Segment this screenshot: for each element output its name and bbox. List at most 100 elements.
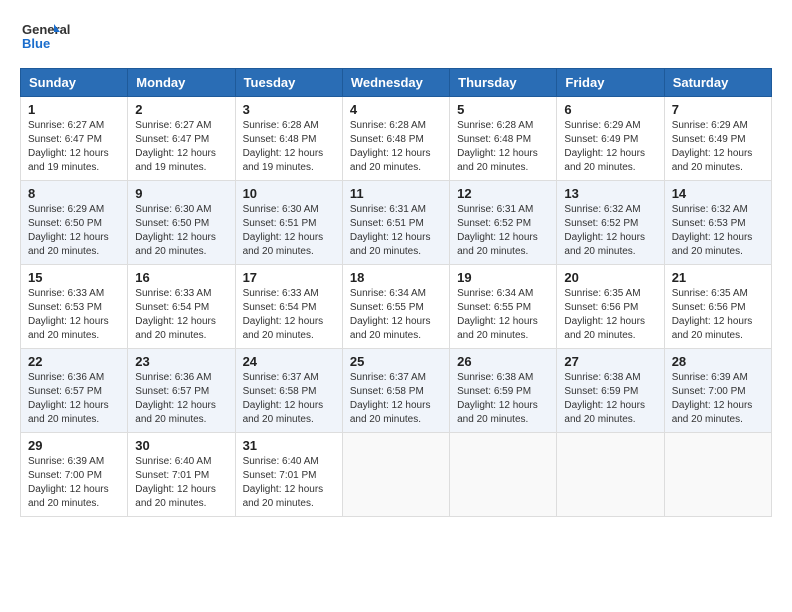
calendar-cell: 24 Sunrise: 6:37 AMSunset: 6:58 PMDayligh… <box>235 349 342 433</box>
day-number: 4 <box>350 102 442 117</box>
day-info: Sunrise: 6:37 AMSunset: 6:58 PMDaylight:… <box>350 371 442 427</box>
day-number: 17 <box>243 270 335 285</box>
day-number: 15 <box>28 270 120 285</box>
page-header: General Blue <box>20 16 772 56</box>
day-info: Sunrise: 6:33 AMSunset: 6:53 PMDaylight:… <box>28 287 120 343</box>
calendar-cell: 22 Sunrise: 6:36 AMSunset: 6:57 PMDayligh… <box>21 349 128 433</box>
day-info: Sunrise: 6:35 AMSunset: 6:56 PMDaylight:… <box>672 287 764 343</box>
calendar-cell: 15 Sunrise: 6:33 AMSunset: 6:53 PMDayligh… <box>21 265 128 349</box>
day-number: 10 <box>243 186 335 201</box>
day-number: 3 <box>243 102 335 117</box>
day-info: Sunrise: 6:31 AMSunset: 6:51 PMDaylight:… <box>350 203 442 259</box>
weekday-header-thursday: Thursday <box>450 69 557 97</box>
day-number: 22 <box>28 354 120 369</box>
day-info: Sunrise: 6:38 AMSunset: 6:59 PMDaylight:… <box>457 371 549 427</box>
calendar-cell: 2Sunrise: 6:27 AMSunset: 6:47 PMDaylight… <box>128 97 235 181</box>
week-row-2: 8 Sunrise: 6:29 AMSunset: 6:50 PMDaylight… <box>21 181 772 265</box>
day-number: 16 <box>135 270 227 285</box>
weekday-header-tuesday: Tuesday <box>235 69 342 97</box>
weekday-header-row: SundayMondayTuesdayWednesdayThursdayFrid… <box>21 69 772 97</box>
day-number: 31 <box>243 438 335 453</box>
day-info: Sunrise: 6:31 AMSunset: 6:52 PMDaylight:… <box>457 203 549 259</box>
weekday-header-wednesday: Wednesday <box>342 69 449 97</box>
calendar-cell: 17Sunrise: 6:33 AMSunset: 6:54 PMDayligh… <box>235 265 342 349</box>
calendar-cell: 4 Sunrise: 6:28 AMSunset: 6:48 PMDaylight… <box>342 97 449 181</box>
calendar-cell: 18Sunrise: 6:34 AMSunset: 6:55 PMDayligh… <box>342 265 449 349</box>
day-number: 2 <box>135 102 227 117</box>
calendar-cell: 11 Sunrise: 6:31 AMSunset: 6:51 PMDayligh… <box>342 181 449 265</box>
calendar-cell: 31Sunrise: 6:40 AMSunset: 7:01 PMDayligh… <box>235 433 342 517</box>
calendar-cell: 20Sunrise: 6:35 AMSunset: 6:56 PMDayligh… <box>557 265 664 349</box>
day-info: Sunrise: 6:39 AMSunset: 7:00 PMDaylight:… <box>28 455 120 511</box>
calendar-cell: 29 Sunrise: 6:39 AMSunset: 7:00 PMDayligh… <box>21 433 128 517</box>
day-info: Sunrise: 6:36 AMSunset: 6:57 PMDaylight:… <box>28 371 120 427</box>
day-info: Sunrise: 6:38 AMSunset: 6:59 PMDaylight:… <box>564 371 656 427</box>
calendar-cell <box>664 433 771 517</box>
calendar-cell: 9 Sunrise: 6:30 AMSunset: 6:50 PMDaylight… <box>128 181 235 265</box>
day-number: 13 <box>564 186 656 201</box>
calendar-cell: 3 Sunrise: 6:28 AMSunset: 6:48 PMDaylight… <box>235 97 342 181</box>
day-number: 20 <box>564 270 656 285</box>
calendar-cell: 10Sunrise: 6:30 AMSunset: 6:51 PMDayligh… <box>235 181 342 265</box>
day-info: Sunrise: 6:28 AMSunset: 6:48 PMDaylight:… <box>457 119 549 175</box>
calendar-cell <box>557 433 664 517</box>
day-number: 28 <box>672 354 764 369</box>
day-number: 8 <box>28 186 120 201</box>
day-info: Sunrise: 6:27 AMSunset: 6:47 PMDaylight:… <box>28 119 120 175</box>
calendar-cell: 27 Sunrise: 6:38 AMSunset: 6:59 PMDayligh… <box>557 349 664 433</box>
calendar-cell: 30 Sunrise: 6:40 AMSunset: 7:01 PMDayligh… <box>128 433 235 517</box>
calendar-cell: 12 Sunrise: 6:31 AMSunset: 6:52 PMDayligh… <box>450 181 557 265</box>
day-number: 18 <box>350 270 442 285</box>
day-number: 11 <box>350 186 442 201</box>
day-info: Sunrise: 6:28 AMSunset: 6:48 PMDaylight:… <box>243 119 335 175</box>
week-row-4: 22 Sunrise: 6:36 AMSunset: 6:57 PMDayligh… <box>21 349 772 433</box>
weekday-header-sunday: Sunday <box>21 69 128 97</box>
calendar-cell: 6 Sunrise: 6:29 AMSunset: 6:49 PMDaylight… <box>557 97 664 181</box>
calendar-cell: 25 Sunrise: 6:37 AMSunset: 6:58 PMDayligh… <box>342 349 449 433</box>
calendar-page: General Blue SundayMondayTuesdayWednesda… <box>0 0 792 612</box>
day-info: Sunrise: 6:36 AMSunset: 6:57 PMDaylight:… <box>135 371 227 427</box>
calendar-cell: 5 Sunrise: 6:28 AMSunset: 6:48 PMDaylight… <box>450 97 557 181</box>
day-info: Sunrise: 6:29 AMSunset: 6:49 PMDaylight:… <box>564 119 656 175</box>
day-number: 23 <box>135 354 227 369</box>
week-row-3: 15 Sunrise: 6:33 AMSunset: 6:53 PMDayligh… <box>21 265 772 349</box>
day-number: 26 <box>457 354 549 369</box>
day-info: Sunrise: 6:37 AMSunset: 6:58 PMDaylight:… <box>243 371 335 427</box>
calendar-cell: 21Sunrise: 6:35 AMSunset: 6:56 PMDayligh… <box>664 265 771 349</box>
day-info: Sunrise: 6:40 AMSunset: 7:01 PMDaylight:… <box>135 455 227 511</box>
calendar-cell: 26 Sunrise: 6:38 AMSunset: 6:59 PMDayligh… <box>450 349 557 433</box>
day-number: 25 <box>350 354 442 369</box>
weekday-header-saturday: Saturday <box>664 69 771 97</box>
day-info: Sunrise: 6:29 AMSunset: 6:50 PMDaylight:… <box>28 203 120 259</box>
day-number: 9 <box>135 186 227 201</box>
day-number: 7 <box>672 102 764 117</box>
svg-text:Blue: Blue <box>22 36 50 51</box>
day-info: Sunrise: 6:29 AMSunset: 6:49 PMDaylight:… <box>672 119 764 175</box>
day-info: Sunrise: 6:32 AMSunset: 6:52 PMDaylight:… <box>564 203 656 259</box>
weekday-header-monday: Monday <box>128 69 235 97</box>
day-info: Sunrise: 6:32 AMSunset: 6:53 PMDaylight:… <box>672 203 764 259</box>
calendar-cell: 28Sunrise: 6:39 AMSunset: 7:00 PMDayligh… <box>664 349 771 433</box>
day-number: 27 <box>564 354 656 369</box>
week-row-1: 1Sunrise: 6:27 AMSunset: 6:47 PMDaylight… <box>21 97 772 181</box>
day-number: 24 <box>243 354 335 369</box>
calendar-cell: 16 Sunrise: 6:33 AMSunset: 6:54 PMDayligh… <box>128 265 235 349</box>
week-row-5: 29 Sunrise: 6:39 AMSunset: 7:00 PMDayligh… <box>21 433 772 517</box>
day-number: 6 <box>564 102 656 117</box>
calendar-table: SundayMondayTuesdayWednesdayThursdayFrid… <box>20 68 772 517</box>
day-number: 12 <box>457 186 549 201</box>
day-info: Sunrise: 6:28 AMSunset: 6:48 PMDaylight:… <box>350 119 442 175</box>
calendar-cell: 14 Sunrise: 6:32 AMSunset: 6:53 PMDayligh… <box>664 181 771 265</box>
logo-icon: General Blue <box>20 16 100 56</box>
day-number: 5 <box>457 102 549 117</box>
day-info: Sunrise: 6:33 AMSunset: 6:54 PMDaylight:… <box>135 287 227 343</box>
day-number: 30 <box>135 438 227 453</box>
day-info: Sunrise: 6:30 AMSunset: 6:50 PMDaylight:… <box>135 203 227 259</box>
day-number: 14 <box>672 186 764 201</box>
day-number: 29 <box>28 438 120 453</box>
calendar-cell: 1Sunrise: 6:27 AMSunset: 6:47 PMDaylight… <box>21 97 128 181</box>
calendar-cell: 7 Sunrise: 6:29 AMSunset: 6:49 PMDaylight… <box>664 97 771 181</box>
calendar-cell: 8 Sunrise: 6:29 AMSunset: 6:50 PMDaylight… <box>21 181 128 265</box>
calendar-cell: 19Sunrise: 6:34 AMSunset: 6:55 PMDayligh… <box>450 265 557 349</box>
calendar-cell: 23 Sunrise: 6:36 AMSunset: 6:57 PMDayligh… <box>128 349 235 433</box>
